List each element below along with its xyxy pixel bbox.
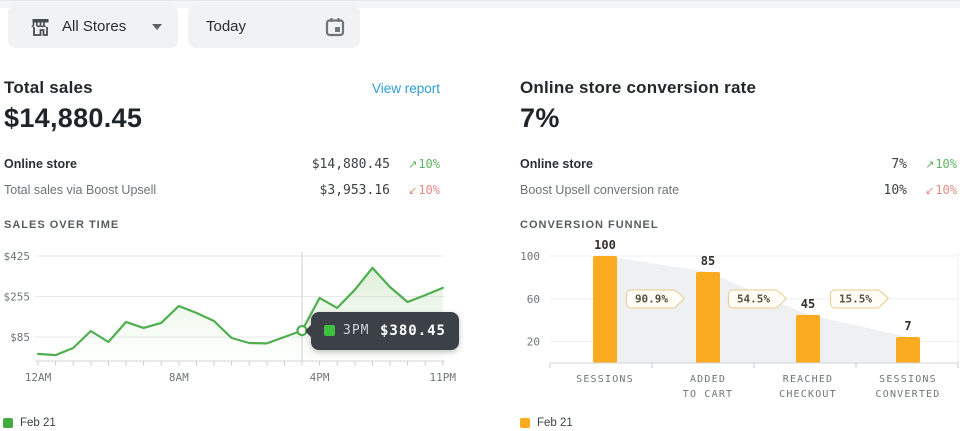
storefront-icon <box>30 17 51 37</box>
sales-legend: Feb 21 <box>3 417 56 429</box>
y-axis-tick-label: 60 <box>527 293 540 306</box>
conversion-funnel-title: CONVERSION FUNNEL <box>520 219 659 231</box>
conversion-rate-badge: 90.9% <box>626 289 678 308</box>
chart-tooltip: 3PM $380.45 <box>311 312 459 350</box>
legend-swatch-green <box>3 418 13 428</box>
trend-down-icon: ↙ <box>925 184 934 197</box>
boost-upsell-sales-row: Total sales via Boost Upsell $3,953.16 ↙… <box>4 180 440 200</box>
calendar-icon <box>324 16 346 38</box>
metric-label: Online store <box>520 157 593 171</box>
total-sales-title: Total sales <box>4 78 93 98</box>
metric-label: Total sales via Boost Upsell <box>4 183 156 197</box>
funnel-bar[interactable] <box>896 337 920 363</box>
legend-label: Feb 21 <box>20 417 56 429</box>
bar-value-label: 100 <box>594 238 616 252</box>
bar-value-label: 45 <box>801 297 815 311</box>
bar-value-label: 85 <box>701 254 715 268</box>
boost-upsell-conversion-row: Boost Upsell conversion rate 10% ↙10% <box>520 180 957 200</box>
x-axis-category-label: ADDEDTO CART <box>683 374 734 400</box>
date-range-button[interactable]: Today <box>188 5 360 48</box>
metric-delta: ↗10% <box>907 157 957 171</box>
funnel-legend: Feb 21 <box>520 417 573 429</box>
metric-value: $3,953.16 <box>320 183 390 198</box>
trend-up-icon: ↗ <box>408 158 417 171</box>
conversion-rate-badge: 54.5% <box>728 289 780 308</box>
trend-down-icon: ↙ <box>408 184 417 197</box>
y-axis-tick-label: $85 <box>10 331 30 344</box>
metric-label: Boost Upsell conversion rate <box>520 183 679 197</box>
x-axis-tick-label: 4PM <box>310 371 330 384</box>
conversion-rate-value: 7% <box>520 103 560 134</box>
conversion-funnel-chart[interactable]: 100 60 20 100 85 45 7 SESSIONS ADDEDTO CART REACH… <box>520 240 960 405</box>
series-color-swatch <box>324 325 335 336</box>
trend-up-icon: ↗ <box>925 158 934 171</box>
y-axis-tick-label: $425 <box>4 250 31 263</box>
y-axis-tick-label: 100 <box>520 250 540 263</box>
x-axis-tick-label: 8AM <box>169 371 189 384</box>
x-axis-tick-label: 12AM <box>25 371 52 384</box>
total-sales-value: $14,880.45 <box>4 103 142 134</box>
funnel-bar[interactable] <box>696 272 720 363</box>
metric-label: Online store <box>4 157 77 171</box>
store-selector-label: All Stores <box>62 18 126 35</box>
sales-over-time-title: SALES OVER TIME <box>4 219 119 231</box>
metric-value: $14,880.45 <box>312 157 390 172</box>
chevron-down-icon <box>152 24 162 30</box>
x-axis-category-label: REACHEDCHECKOUT <box>779 374 837 400</box>
dashboard: All Stores Today Total sales View report… <box>0 0 960 431</box>
conversion-rate-badge: 15.5% <box>830 289 882 308</box>
x-axis-tick-label: 11PM <box>430 371 457 384</box>
legend-label: Feb 21 <box>537 417 573 429</box>
tooltip-time: 3PM <box>343 323 369 338</box>
bar-value-label: 7 <box>904 319 911 333</box>
date-range-label: Today <box>206 18 246 35</box>
total-sales-header: Total sales View report <box>4 78 440 98</box>
funnel-shadow-area <box>605 256 908 363</box>
conversion-rate-title: Online store conversion rate <box>520 78 756 98</box>
metric-delta: ↙10% <box>390 183 440 197</box>
conversion-rate-header: Online store conversion rate <box>520 78 957 98</box>
y-axis-tick-label: 20 <box>527 336 540 349</box>
funnel-bar[interactable] <box>796 315 820 363</box>
x-axis-category-label: SESSIONSCONVERTED <box>876 374 941 400</box>
metric-value: 10% <box>884 183 907 198</box>
metric-delta: ↙10% <box>907 183 957 197</box>
x-axis-category-label: SESSIONS <box>576 374 634 385</box>
view-report-link[interactable]: View report <box>372 81 440 96</box>
tooltip-value: $380.45 <box>380 323 446 339</box>
y-axis-tick-label: $255 <box>4 291 31 304</box>
online-store-sales-row: Online store $14,880.45 ↗10% <box>4 154 440 174</box>
online-store-conversion-row: Online store 7% ↗10% <box>520 154 957 174</box>
funnel-bar[interactable] <box>593 256 617 363</box>
store-selector-button[interactable]: All Stores <box>8 5 178 48</box>
metric-delta: ↗10% <box>390 157 440 171</box>
legend-swatch-orange <box>520 418 530 428</box>
metric-value: 7% <box>891 157 907 172</box>
